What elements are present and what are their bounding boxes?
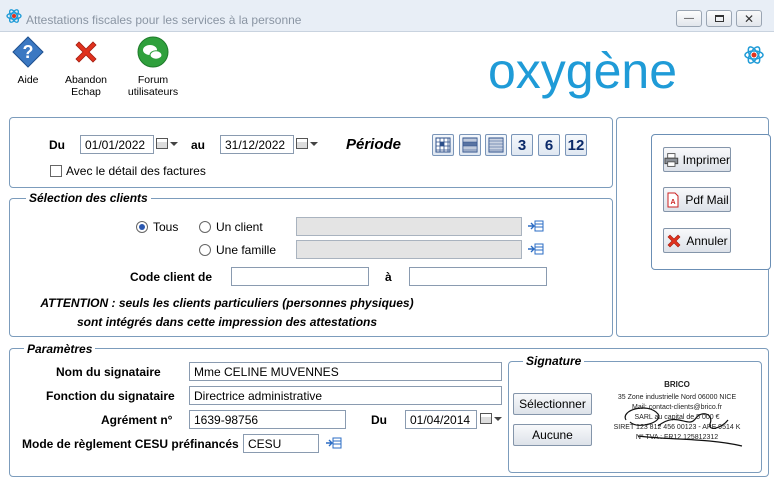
cesu-label: Mode de règlement CESU préfinancés bbox=[22, 437, 239, 451]
select-signature-button[interactable]: Sélectionner bbox=[513, 393, 592, 415]
window-title: Attestations fiscales pour les services … bbox=[26, 13, 302, 27]
client-family-radio[interactable] bbox=[199, 244, 211, 256]
lookup-list-icon[interactable] bbox=[528, 243, 544, 255]
print-button[interactable]: Imprimer bbox=[663, 147, 731, 172]
help-label: Aide bbox=[17, 74, 39, 86]
period-from-label: Du bbox=[49, 138, 65, 152]
handwritten-signature bbox=[624, 407, 743, 447]
oxygene-app-icon bbox=[6, 9, 22, 23]
client-single-radio[interactable] bbox=[199, 221, 211, 233]
close-window-button[interactable]: ✕ bbox=[736, 10, 762, 27]
pdf-mail-label: Pdf Mail bbox=[685, 192, 729, 207]
svg-text:?: ? bbox=[23, 42, 34, 62]
warning-line-2: sont intégrés dans cette impression des … bbox=[76, 315, 378, 329]
cancel-x-icon bbox=[667, 234, 681, 247]
client-all-radio[interactable] bbox=[136, 221, 148, 233]
client-family-input[interactable] bbox=[296, 240, 522, 259]
signature-legend: Signature bbox=[523, 354, 585, 368]
minimize-button[interactable]: — bbox=[676, 10, 702, 27]
stamp-company: BRICO bbox=[664, 380, 690, 389]
period-week-button[interactable] bbox=[459, 134, 481, 156]
grid-month-icon bbox=[488, 137, 504, 153]
client-code-from-input[interactable] bbox=[231, 267, 369, 286]
signatory-function-label: Fonction du signataire bbox=[46, 389, 175, 403]
client-code-to-input[interactable] bbox=[409, 267, 547, 286]
forum-button[interactable]: Forum utilisateurs bbox=[124, 36, 182, 98]
close-icon: ✕ bbox=[743, 11, 755, 26]
signatory-function-input[interactable]: Directrice administrative bbox=[189, 386, 502, 405]
client-family-label: Une famille bbox=[216, 243, 277, 257]
agrement-label: Agrément n° bbox=[101, 413, 173, 427]
abandon-button[interactable]: Abandon Echap bbox=[60, 36, 112, 98]
warning-line-1: ATTENTION : seuls les clients particulie… bbox=[40, 296, 414, 310]
period-to-label: au bbox=[191, 138, 206, 152]
client-single-label: Un client bbox=[216, 220, 263, 234]
help-icon: ? bbox=[12, 36, 44, 68]
parameters-legend: Paramètres bbox=[24, 342, 96, 356]
abandon-shortcut-label: Echap bbox=[71, 86, 101, 98]
client-single-input[interactable] bbox=[296, 217, 522, 236]
agrement-date-input[interactable]: 01/04/2014 bbox=[405, 410, 477, 429]
detail-invoices-checkbox[interactable] bbox=[50, 165, 62, 177]
grid-day-icon bbox=[435, 137, 451, 153]
cancel-label: Annuler bbox=[686, 233, 728, 248]
client-code-from-label: Code client de bbox=[130, 270, 213, 284]
period-from-input[interactable]: 01/01/2022 bbox=[80, 135, 154, 154]
printer-icon bbox=[664, 152, 679, 167]
client-code-to-label: à bbox=[385, 270, 392, 284]
maximize-icon bbox=[714, 15, 724, 22]
detail-invoices-label: Avec le détail des factures bbox=[66, 164, 206, 178]
cesu-input[interactable]: CESU bbox=[243, 434, 319, 453]
forum-label: Forum bbox=[137, 74, 169, 86]
calendar-icon[interactable] bbox=[296, 138, 308, 149]
lookup-list-icon[interactable] bbox=[528, 220, 544, 232]
client-all-label: Tous bbox=[153, 220, 179, 234]
pdf-mail-button[interactable]: A Pdf Mail bbox=[663, 187, 731, 212]
client-selection-legend: Sélection des clients bbox=[26, 191, 151, 205]
oxygene-atom-icon bbox=[744, 46, 764, 64]
maximize-button[interactable] bbox=[706, 10, 732, 27]
grid-week-icon bbox=[462, 137, 478, 153]
forum-chat-icon bbox=[137, 36, 169, 68]
oxygene-logo: oxygène bbox=[488, 43, 678, 99]
svg-text:A: A bbox=[671, 199, 676, 206]
print-label: Imprimer bbox=[682, 152, 730, 167]
chevron-down-icon[interactable] bbox=[170, 142, 178, 146]
period-6-months-button[interactable]: 6 bbox=[538, 134, 560, 156]
pdf-icon: A bbox=[667, 192, 679, 207]
signatory-name-input[interactable]: Mme CELINE MUVENNES bbox=[189, 362, 502, 381]
period-12-months-button[interactable]: 12 bbox=[565, 134, 587, 156]
period-title: Période bbox=[346, 136, 402, 153]
forum-users-label: utilisateurs bbox=[127, 86, 179, 98]
no-signature-button[interactable]: Aucune bbox=[513, 424, 592, 446]
agrement-date-label: Du bbox=[371, 413, 387, 427]
chevron-down-icon[interactable] bbox=[494, 417, 502, 421]
period-to-input[interactable]: 31/12/2022 bbox=[220, 135, 294, 154]
calendar-icon[interactable] bbox=[480, 413, 492, 424]
period-day-button[interactable] bbox=[432, 134, 454, 156]
cancel-button[interactable]: Annuler bbox=[663, 228, 731, 253]
period-3-months-button[interactable]: 3 bbox=[511, 134, 533, 156]
calendar-icon[interactable] bbox=[156, 138, 168, 149]
agrement-input[interactable]: 1639-98756 bbox=[189, 410, 346, 429]
abandon-x-icon bbox=[75, 41, 97, 63]
abandon-label: Abandon bbox=[64, 74, 108, 86]
period-month-button[interactable] bbox=[485, 134, 507, 156]
chevron-down-icon[interactable] bbox=[310, 142, 318, 146]
help-button[interactable]: ? Aide bbox=[8, 36, 48, 86]
minimize-icon: — bbox=[684, 13, 694, 24]
signatory-name-label: Nom du signataire bbox=[56, 365, 161, 379]
lookup-list-icon[interactable] bbox=[326, 437, 342, 449]
